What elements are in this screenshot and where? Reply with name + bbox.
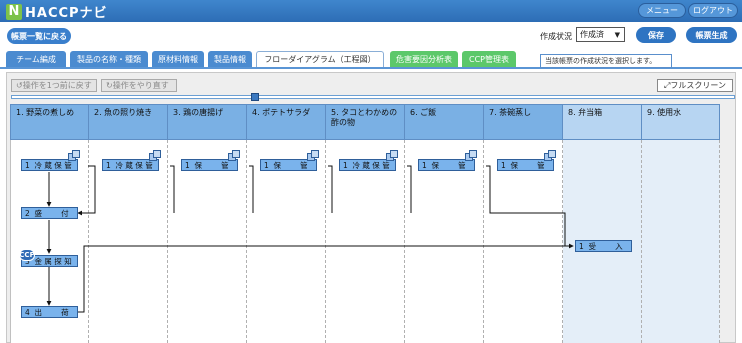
redo-label: 操作をやり直す	[112, 81, 169, 90]
status-label: 作成状況	[540, 32, 572, 41]
column-header: 2. 魚の照り焼き	[89, 104, 168, 140]
tab-materials[interactable]: 原材料情報	[152, 51, 204, 67]
tab-product-info[interactable]: 製品情報	[208, 51, 252, 67]
process-node[interactable]: 4 出 荷	[21, 306, 78, 318]
chevron-down-icon: ▼	[614, 31, 620, 39]
node-copy-icon[interactable]	[548, 150, 556, 158]
tab-ccp[interactable]: CCP管理表	[462, 51, 516, 67]
node-copy-icon[interactable]	[469, 150, 477, 158]
undo-label: 操作を1つ前に戻す	[22, 81, 92, 90]
column-header: 8. 弁当箱	[563, 104, 642, 140]
logout-button[interactable]: ログアウト	[688, 3, 738, 18]
node-copy-icon[interactable]	[311, 150, 319, 158]
column-header: 5. タコとわかめの酢の物	[326, 104, 405, 140]
tab-flow-diagram[interactable]: フローダイアグラム（工程図）	[256, 51, 384, 67]
back-to-list-button[interactable]: 帳票一覧に戻る	[7, 28, 71, 44]
node-copy-icon[interactable]	[153, 150, 161, 158]
column-header: 1. 野菜の煮しめ	[10, 104, 89, 140]
node-copy-icon[interactable]	[72, 150, 80, 158]
column-header: 4. ポテトサラダ	[247, 104, 326, 140]
column-header: 3. 鶏の唐揚げ	[168, 104, 247, 140]
save-button[interactable]: 保存	[636, 27, 676, 43]
fullscreen-label: フルスクリーン	[670, 81, 726, 90]
app-logo: N HACCPナビ	[6, 3, 108, 21]
fullscreen-button[interactable]: ⤢ フルスクリーン	[657, 79, 733, 92]
redo-button[interactable]: ↻ 操作をやり直す	[101, 79, 177, 92]
column-body	[642, 140, 720, 343]
tab-team[interactable]: チーム編成	[6, 51, 66, 67]
status-select[interactable]: 作成済 ▼	[576, 27, 625, 42]
logo-mark-icon: N	[6, 3, 22, 20]
flow-grid: 1. 野菜の煮しめ 2. 魚の照り焼き 3. 鶏の唐揚げ 4. ポテトサラダ 5…	[10, 104, 720, 343]
horizontal-scrollbar[interactable]	[11, 93, 735, 101]
process-node[interactable]: 2 盛 付	[21, 207, 78, 219]
status-select-value: 作成済	[580, 30, 604, 39]
process-node[interactable]: 1 受 入	[575, 240, 632, 252]
ccp-badge: CCP	[19, 249, 35, 261]
column-header: 6. ご飯	[405, 104, 484, 140]
menu-button[interactable]: メニュー	[638, 3, 686, 18]
undo-button[interactable]: ↺ 操作を1つ前に戻す	[11, 79, 97, 92]
tab-product-name[interactable]: 製品の名称・種類	[70, 51, 148, 67]
status-tooltip: 当該帳票の作成状況を選択します。	[540, 54, 672, 68]
node-copy-icon[interactable]	[232, 150, 240, 158]
logo-text: HACCPナビ	[25, 6, 108, 21]
node-copy-icon[interactable]	[390, 150, 398, 158]
app-header: N HACCPナビ メニュー ログアウト	[0, 0, 742, 22]
column-header: 7. 茶碗蒸し	[484, 104, 563, 140]
undo-icon: ↺	[16, 81, 23, 90]
redo-icon: ↻	[106, 81, 113, 90]
column-header: 9. 使用水	[642, 104, 720, 140]
tab-hazard-analysis[interactable]: 危害要因分析表	[390, 51, 458, 67]
generate-report-button[interactable]: 帳票生成	[686, 27, 737, 43]
scrollbar-thumb[interactable]	[251, 93, 259, 101]
